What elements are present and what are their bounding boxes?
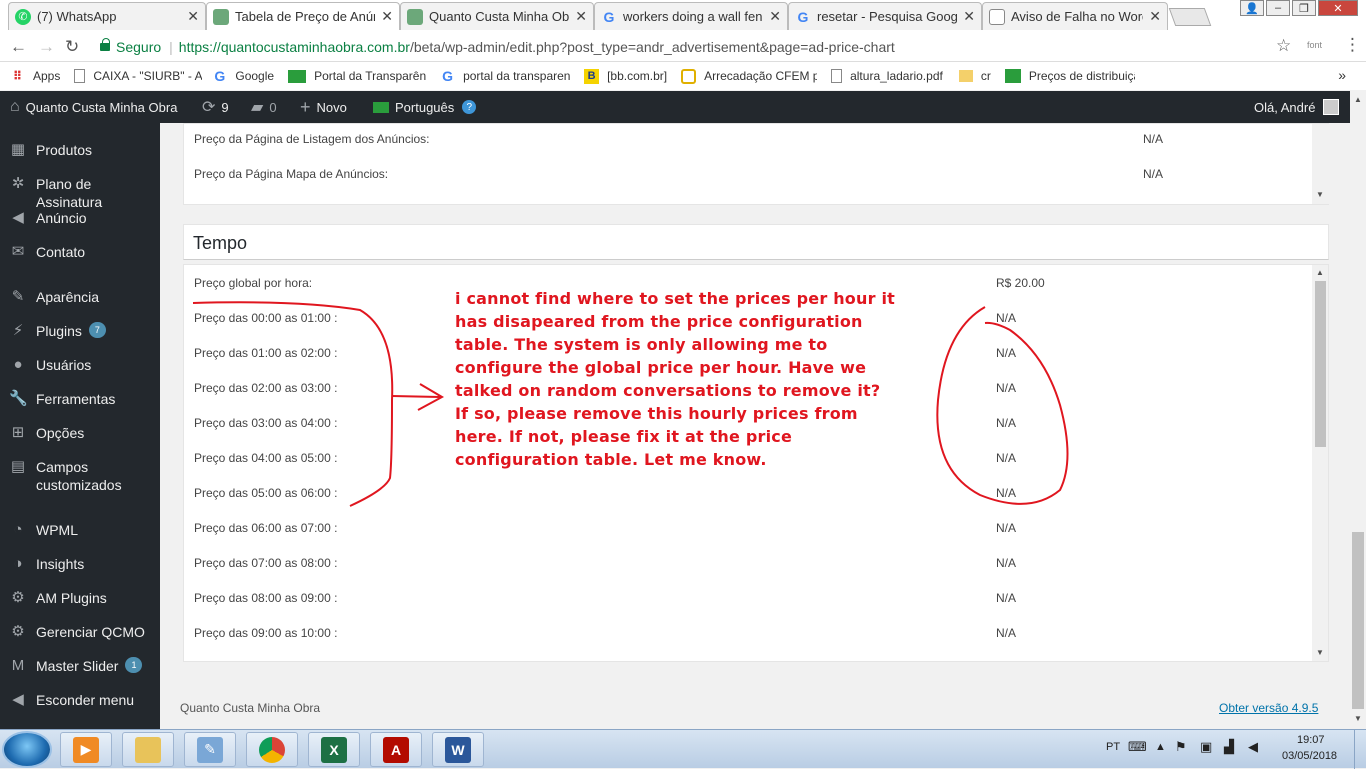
- folder-icon: [135, 736, 161, 763]
- media-player-icon: ▶: [73, 736, 99, 763]
- acrobat-icon: A: [383, 736, 409, 763]
- taskbar-chrome[interactable]: [246, 732, 298, 767]
- annotation-circle: [936, 306, 1069, 505]
- network-icon[interactable]: ▟: [1224, 739, 1234, 755]
- annotation-bracket: [192, 301, 394, 507]
- taskbar-explorer[interactable]: [122, 732, 174, 767]
- paint-icon: ✎: [197, 736, 223, 763]
- footer-version-link[interactable]: Obter versão 4.9.5: [1219, 701, 1318, 715]
- word-icon: W: [445, 736, 471, 763]
- taskbar-paint[interactable]: ✎: [184, 732, 236, 767]
- device-icon[interactable]: ▣: [1200, 739, 1212, 755]
- footer-credit: Quanto Custa Minha Obra: [180, 701, 321, 715]
- annotation-note: i cannot find where to set the prices pe…: [455, 289, 895, 469]
- start-button[interactable]: [2, 731, 52, 768]
- taskbar-acrobat[interactable]: A: [370, 732, 422, 767]
- tray-expand-icon[interactable]: ▲: [1155, 741, 1166, 753]
- taskbar-excel[interactable]: X: [308, 732, 360, 767]
- taskbar-media-player[interactable]: ▶: [60, 732, 112, 767]
- keyboard-icon[interactable]: ⌨: [1128, 739, 1147, 755]
- windows-taskbar: ▶ ✎ X A W PT ⌨ ▲ ⚑ ▣ ▟ ◀ 19:07 03/05/201…: [0, 729, 1366, 769]
- chrome-icon: [259, 736, 285, 763]
- page-scrollbar[interactable]: ▲ ▼: [1350, 91, 1366, 729]
- language-indicator[interactable]: PT: [1106, 741, 1120, 753]
- taskbar-word[interactable]: W: [432, 732, 484, 767]
- annotation-arrow: [391, 383, 445, 411]
- volume-icon[interactable]: ◀: [1248, 739, 1258, 755]
- scroll-down-icon[interactable]: ▼: [1354, 714, 1362, 723]
- scroll-up-icon[interactable]: ▲: [1354, 95, 1362, 104]
- clock-date[interactable]: 03/05/2018: [1282, 750, 1337, 762]
- flag-tray-icon[interactable]: ⚑: [1175, 739, 1187, 755]
- clock-time[interactable]: 19:07: [1297, 734, 1325, 746]
- page-scroll-thumb[interactable]: [1352, 532, 1364, 709]
- excel-icon: X: [321, 736, 347, 763]
- show-desktop-button[interactable]: [1354, 730, 1366, 769]
